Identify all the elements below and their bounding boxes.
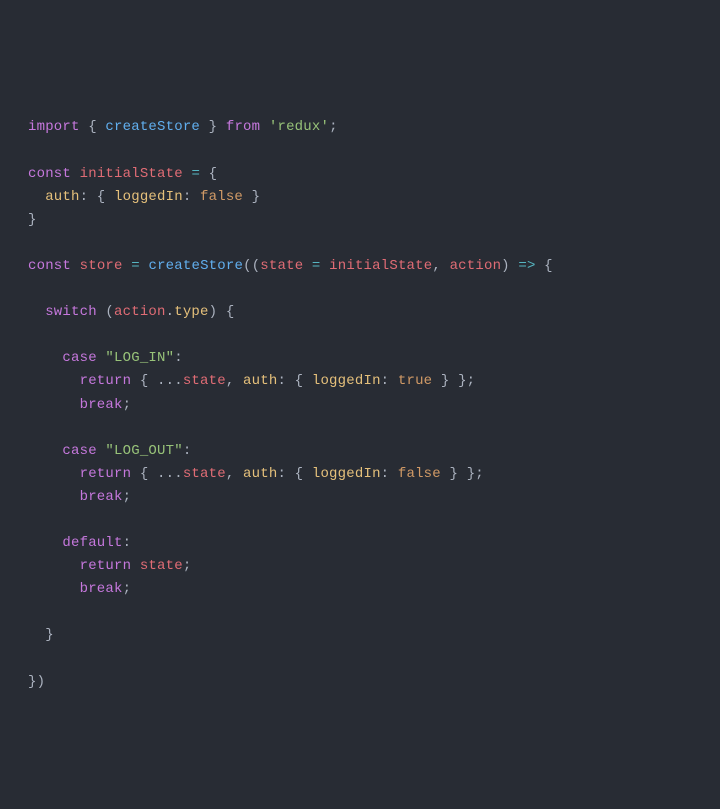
punct: ; — [183, 558, 192, 574]
identifier-state: state — [183, 466, 226, 482]
space — [123, 258, 132, 274]
keyword-import: import — [28, 119, 80, 135]
space — [71, 258, 80, 274]
property-auth: auth — [243, 373, 277, 389]
keyword-break: break — [80, 489, 123, 505]
identifier-state: state — [183, 373, 226, 389]
identifier-createStore: createStore — [105, 119, 200, 135]
punct: ( — [97, 304, 114, 320]
punct-dot: . — [166, 304, 175, 320]
indent — [28, 397, 80, 413]
keyword-const: const — [28, 166, 71, 182]
punct: , — [226, 373, 243, 389]
indent — [28, 535, 62, 551]
punct: : — [183, 189, 200, 205]
punct: }) — [28, 674, 45, 690]
code-block: import { createStore } from 'redux'; con… — [28, 116, 692, 693]
property-loggedIn: loggedIn — [312, 373, 381, 389]
punct: } — [200, 119, 226, 135]
punct: : — [381, 466, 398, 482]
property-loggedIn: loggedIn — [114, 189, 183, 205]
punct: ) — [501, 258, 518, 274]
punct: ) { — [209, 304, 235, 320]
identifier-action: action — [450, 258, 502, 274]
punct: : — [183, 443, 192, 459]
identifier-initialState: initialState — [80, 166, 183, 182]
indent — [28, 489, 80, 505]
identifier-state: state — [260, 258, 303, 274]
property-auth: auth — [45, 189, 79, 205]
keyword-const: const — [28, 258, 71, 274]
boolean-false: false — [398, 466, 441, 482]
string-log-in: "LOG_IN" — [105, 350, 174, 366]
punct: } — [243, 189, 260, 205]
identifier-createStore: createStore — [148, 258, 243, 274]
punct: } }; — [441, 466, 484, 482]
punct: { — [200, 166, 217, 182]
punct: } }; — [432, 373, 475, 389]
keyword-switch: switch — [45, 304, 97, 320]
keyword-case: case — [62, 350, 96, 366]
punct: { ... — [131, 373, 183, 389]
punct: : { — [277, 373, 311, 389]
identifier-action: action — [114, 304, 166, 320]
punct: ; — [123, 397, 132, 413]
space — [71, 166, 80, 182]
keyword-break: break — [80, 397, 123, 413]
identifier-state: state — [140, 558, 183, 574]
punct: : — [381, 373, 398, 389]
operator-assign: = — [191, 166, 200, 182]
punct: : — [174, 350, 183, 366]
punct: } — [28, 212, 37, 228]
space — [260, 119, 269, 135]
indent — [28, 189, 45, 205]
boolean-true: true — [398, 373, 432, 389]
punct: , — [432, 258, 449, 274]
boolean-false: false — [200, 189, 243, 205]
punct: ; — [329, 119, 338, 135]
keyword-from: from — [226, 119, 260, 135]
operator-assign: = — [131, 258, 140, 274]
keyword-case: case — [62, 443, 96, 459]
operator-arrow: => — [518, 258, 535, 274]
property-type: type — [174, 304, 208, 320]
punct: : — [123, 535, 132, 551]
string-redux: 'redux' — [269, 119, 329, 135]
keyword-default: default — [62, 535, 122, 551]
indent — [28, 350, 62, 366]
space — [131, 558, 140, 574]
space — [321, 258, 330, 274]
punct: { — [536, 258, 553, 274]
identifier-initialState: initialState — [329, 258, 432, 274]
punct: , — [226, 466, 243, 482]
property-auth: auth — [243, 466, 277, 482]
punct: } — [28, 627, 54, 643]
punct: ; — [123, 489, 132, 505]
indent — [28, 581, 80, 597]
keyword-return: return — [80, 558, 132, 574]
indent — [28, 558, 80, 574]
indent — [28, 466, 80, 482]
indent — [28, 443, 62, 459]
operator-assign: = — [312, 258, 321, 274]
keyword-break: break — [80, 581, 123, 597]
keyword-return: return — [80, 373, 132, 389]
punct: : { — [80, 189, 114, 205]
punct: : { — [277, 466, 311, 482]
indent — [28, 304, 45, 320]
indent — [28, 373, 80, 389]
punct: ; — [123, 581, 132, 597]
punct: { — [80, 119, 106, 135]
space — [303, 258, 312, 274]
identifier-store: store — [80, 258, 123, 274]
property-loggedIn: loggedIn — [312, 466, 381, 482]
punct: { ... — [131, 466, 183, 482]
punct: (( — [243, 258, 260, 274]
string-log-out: "LOG_OUT" — [105, 443, 182, 459]
keyword-return: return — [80, 466, 132, 482]
